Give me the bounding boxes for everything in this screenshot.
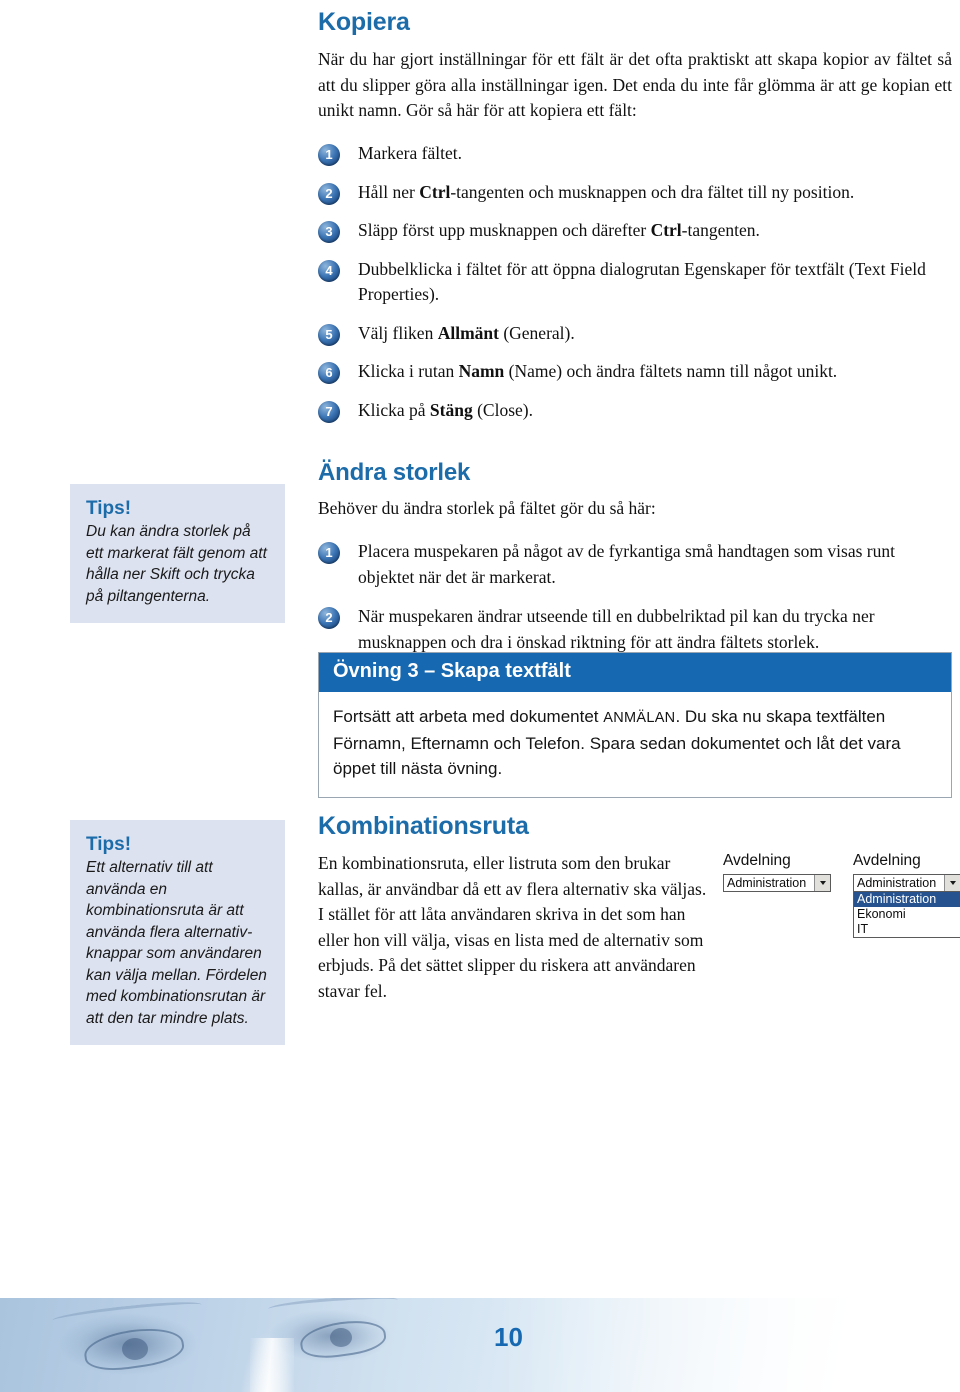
step-number-badge: 1 — [318, 542, 340, 564]
combobox-open-group: Avdelning Administration Administration … — [853, 852, 960, 938]
step-number-badge: 3 — [318, 221, 340, 243]
andra-storlek-step-list: 1 Placera muspekaren på något av de fyrk… — [318, 539, 952, 655]
combobox-label: Avdelning — [853, 852, 921, 869]
combobox-option[interactable]: IT — [854, 922, 960, 937]
kopiera-intro-paragraph: När du har gjort inställningar för ett f… — [318, 49, 952, 120]
list-item: 6 Klicka i rutan Namn (Name) och ändra f… — [318, 359, 952, 385]
step-text: Placera muspekaren på något av de fyrkan… — [358, 541, 895, 587]
step-text: Klicka i rutan Namn (Name) och ändra fäl… — [358, 361, 838, 381]
kombinationsruta-paragraph: En kombinationsruta, eller listruta som … — [318, 853, 707, 1001]
step-text: Välj fliken Allmänt (General). — [358, 322, 575, 343]
step-number-badge: 7 — [318, 400, 340, 423]
combobox-illustration: Avdelning Administration Avdelning Admin… — [723, 852, 960, 938]
step-number-badge: 5 — [318, 323, 340, 346]
list-item: 4 Dubbelklicka i fältet för att öppna di… — [318, 257, 952, 308]
pupil-right — [330, 1328, 352, 1347]
document-page: Kopiera När du har gjort inställningar f… — [0, 0, 960, 1392]
footer-decorative-image — [0, 1298, 960, 1392]
tips-box-andra-storlek: Tips! Du kan ändra storlek på ett marker… — [70, 484, 285, 623]
section-title-kombinationsruta: Kombinationsruta — [318, 812, 529, 840]
exercise-box: Övning 3 – Skapa textfält Fortsätt att a… — [318, 652, 952, 798]
chevron-down-icon[interactable] — [814, 875, 830, 891]
tips-body: Du kan ändra storlek på ett markerat fäl… — [86, 523, 267, 605]
list-item: 5 Välj fliken Allmänt (General). — [318, 321, 952, 347]
chevron-down-icon[interactable] — [944, 875, 960, 891]
section-title-andra-storlek: Ändra storlek — [318, 459, 471, 486]
step-text: Dubbelklicka i fältet för att öppna dial… — [358, 258, 926, 305]
exercise-document-name: ANMÄLAN — [603, 710, 676, 726]
combobox-open[interactable]: Administration — [853, 874, 960, 892]
list-item: 7 Klicka på Stäng (Close). — [318, 398, 952, 424]
exercise-header: Övning 3 – Skapa textfält — [319, 653, 951, 692]
combobox-selected-value: Administration — [727, 876, 807, 890]
step-number-badge: 6 — [318, 362, 340, 384]
exercise-body-part1: Fortsätt att arbeta med dokumentet — [333, 707, 604, 726]
main-content-column: Kopiera När du har gjort inställningar f… — [318, 0, 952, 655]
page-number: 10 — [494, 1322, 523, 1352]
combobox-dropdown-list: Administration Ekonomi IT — [853, 892, 960, 938]
kopiera-step-list: 1 Markera fältet. 2 Håll ner Ctrl-tangen… — [318, 141, 952, 423]
tips-body: Ett alternativ till att använda en kombi… — [86, 859, 267, 1027]
andra-storlek-intro-paragraph: Behöver du ändra storlek på fältet gör d… — [318, 498, 656, 518]
combobox-option[interactable]: Administration — [854, 892, 960, 907]
step-text: Markera fältet. — [358, 143, 462, 163]
step-text: Håll ner Ctrl-tangenten och musknappen o… — [358, 181, 855, 202]
list-item: 2 Håll ner Ctrl-tangenten och musknappen… — [318, 180, 952, 206]
step-number-badge: 1 — [318, 144, 340, 166]
step-number-badge: 2 — [318, 607, 340, 629]
eyebrow-right — [267, 1298, 399, 1316]
combobox-closed[interactable]: Administration — [723, 874, 831, 892]
exercise-body: Fortsätt att arbeta med dokumentet ANMÄL… — [319, 692, 951, 797]
step-text: Släpp först upp musknappen och därefter … — [358, 220, 760, 240]
combobox-closed-group: Avdelning Administration — [723, 852, 831, 938]
pupil-left — [122, 1338, 148, 1360]
face-photo — [0, 1298, 960, 1392]
tips-title: Tips! — [86, 834, 132, 855]
step-number-badge: 2 — [318, 182, 340, 205]
list-item: 2 När muspekaren ändrar utseende till en… — [318, 604, 952, 655]
list-item: 1 Markera fältet. — [318, 141, 952, 167]
step-text: Klicka på Stäng (Close). — [358, 399, 533, 420]
list-item: 1 Placera muspekaren på något av de fyrk… — [318, 539, 952, 590]
combobox-label: Avdelning — [723, 852, 791, 869]
step-number-badge: 4 — [318, 259, 340, 282]
combobox-selected-value: Administration — [857, 876, 937, 890]
combobox-option[interactable]: Ekonomi — [854, 907, 960, 922]
step-text: När muspekaren ändrar utseende till en d… — [358, 606, 875, 652]
nose-highlight — [250, 1338, 294, 1392]
tips-box-kombinationsruta: Tips! Ett alternativ till att använda en… — [70, 820, 285, 1045]
list-item: 3 Släpp först upp musknappen och därefte… — [318, 218, 952, 244]
tips-title: Tips! — [86, 498, 132, 519]
eyebrow-left — [51, 1298, 203, 1327]
page-title-kopiera: Kopiera — [318, 8, 410, 36]
